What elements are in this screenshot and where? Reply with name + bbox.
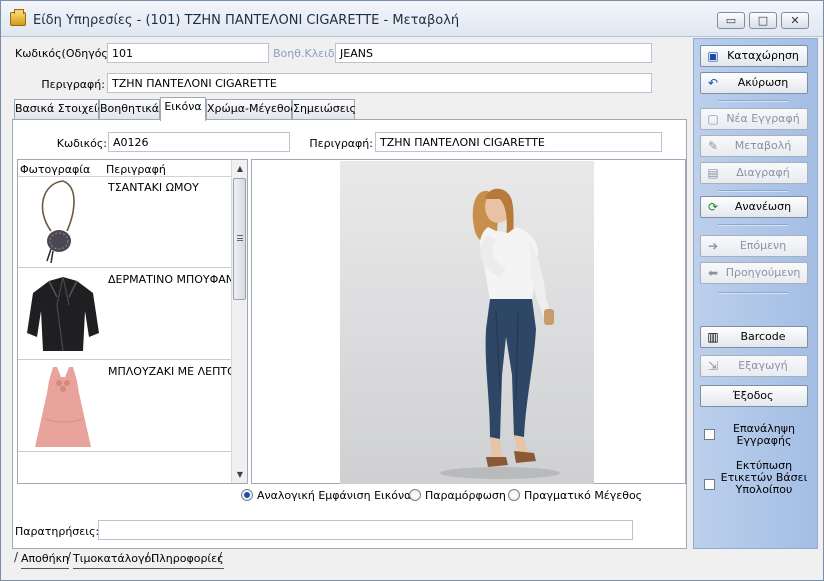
- aux-key-input[interactable]: JEANS: [335, 43, 652, 63]
- save-disk-icon: ▣: [707, 49, 719, 63]
- window-title: Είδη Υπηρεσίες - (101) ΤΖΗΝ ΠΑΝΤΕΛΟΝΙ CI…: [33, 13, 460, 28]
- maximize-button[interactable]: □: [749, 12, 777, 29]
- item-edit-window: Είδη Υπηρεσίες - (101) ΤΖΗΝ ΠΑΝΤΕΛΟΝΙ CI…: [0, 0, 824, 581]
- image-description-label: Περιγραφή:: [309, 137, 373, 150]
- photo-list[interactable]: Φωτογραφία Περιγραφή ΤΣΑΝΤΑΚΙ ΩΜΟΥ ΔΕΡΜΑ…: [17, 159, 248, 484]
- blouse-thumbnail: [35, 367, 91, 447]
- tab-basic-info[interactable]: Βασικά Στοιχεία: [14, 99, 105, 119]
- tab-image[interactable]: Εικόνα: [160, 97, 206, 121]
- scroll-up-arrow-icon[interactable]: ▲: [232, 160, 247, 177]
- delete-button[interactable]: ▤ Διαγραφή: [700, 162, 808, 184]
- minimize-button[interactable]: ▭: [717, 12, 745, 29]
- barcode-button[interactable]: ▥ Barcode: [700, 326, 808, 348]
- radio-label: Παραμόρφωση: [425, 489, 506, 502]
- repeat-record-label: Επανάληψη Εγγραφής: [733, 422, 795, 447]
- edit-document-icon: ✎: [707, 139, 719, 153]
- maximize-icon: □: [757, 14, 769, 27]
- scroll-down-arrow-icon[interactable]: ▼: [232, 466, 247, 483]
- delete-document-icon: ▤: [707, 166, 719, 180]
- radio-selected-icon: [241, 489, 253, 501]
- leather-jacket-thumbnail: [27, 276, 99, 352]
- tab-color-size[interactable]: Χρώμα-Μέγεθος: [206, 99, 297, 119]
- code-label: Κωδικός(Οδηγός):: [15, 47, 116, 60]
- tab-divider: /: [218, 550, 223, 564]
- grip-icon: [237, 235, 243, 241]
- next-button[interactable]: ➔ Επόμενη: [700, 235, 808, 257]
- close-button[interactable]: ✕: [781, 12, 809, 29]
- box-icon: [10, 9, 26, 26]
- tab-notes[interactable]: Σημειώσεις: [292, 99, 356, 119]
- list-item[interactable]: ΜΠΛΟΥΖΑΚΙ ΜΕ ΛΕΠΤΟΜΙ: [18, 361, 232, 452]
- save-button[interactable]: ▣ Καταχώρηση: [700, 45, 808, 67]
- separator: [718, 100, 788, 102]
- modify-button[interactable]: ✎ Μεταβολή: [700, 135, 808, 157]
- description-column-header[interactable]: Περιγραφή: [106, 163, 166, 176]
- code-input[interactable]: 101: [107, 43, 269, 63]
- radio-label: Αναλογική Εμφάνιση Εικόνας: [257, 489, 418, 502]
- print-labels-checkbox[interactable]: [704, 479, 715, 490]
- aux-key-label: Βοηθ.Κλειδί:: [273, 47, 343, 60]
- tab-auxiliary[interactable]: Βοηθητικά: [99, 99, 160, 119]
- repeat-record-checkbox[interactable]: [704, 429, 715, 440]
- bottom-tab-warehouse[interactable]: Αποθήκη: [21, 551, 70, 569]
- tab-divider: /: [14, 550, 19, 564]
- image-code-input[interactable]: A0126: [108, 132, 290, 152]
- list-item-description: ΤΣΑΝΤΑΚΙ ΩΜΟΥ: [108, 181, 199, 194]
- export-icon: ⇲: [707, 359, 719, 373]
- previous-button[interactable]: ⬅ Προηγούμενη: [700, 262, 808, 284]
- image-code-label: Κωδικός:: [56, 137, 107, 150]
- close-icon: ✕: [790, 14, 800, 27]
- exit-button[interactable]: Έξοδος: [700, 385, 808, 407]
- photo-list-scrollbar[interactable]: ▲ ▼: [231, 160, 247, 483]
- export-button[interactable]: ⇲ Εξαγωγή: [700, 355, 808, 377]
- undo-icon: ↶: [707, 76, 719, 90]
- photo-column-header[interactable]: Φωτογραφία: [20, 163, 90, 176]
- list-item-description: ΜΠΛΟΥΖΑΚΙ ΜΕ ΛΕΠΤΟΜΙ: [108, 365, 232, 378]
- print-labels-label: Εκτύπωση Ετικετών Βάσει Υπολοίπου: [720, 459, 808, 496]
- refresh-icon: ⟳: [707, 200, 719, 214]
- minimize-icon: ▭: [725, 14, 737, 27]
- radio-label: Πραγματικό Μέγεθος: [524, 489, 643, 502]
- radio-unselected-icon: [409, 489, 421, 501]
- photo-list-header: Φωτογραφία Περιγραφή: [18, 160, 232, 177]
- list-item-description: ΔΕΡΜΑΤΙΝΟ ΜΠΟΥΦΑΝ: [108, 273, 232, 286]
- description-label: Περιγραφή:: [41, 78, 105, 91]
- cancel-button[interactable]: ↶ Ακύρωση: [700, 72, 808, 94]
- list-item[interactable]: ΔΕΡΜΑΤΙΝΟ ΜΠΟΥΦΑΝ: [18, 269, 232, 360]
- title-bar[interactable]: Είδη Υπηρεσίες - (101) ΤΖΗΝ ΠΑΝΤΕΛΟΝΙ CI…: [1, 1, 823, 37]
- notes-input[interactable]: [98, 520, 633, 540]
- new-record-button[interactable]: ▢ Νέα Εγγραφή: [700, 108, 808, 130]
- description-input[interactable]: ΤΖΗΝ ΠΑΝΤΕΛΟΝΙ CIGARETTE: [107, 73, 652, 93]
- list-item[interactable]: ΤΣΑΝΤΑΚΙ ΩΜΟΥ: [18, 177, 232, 268]
- notes-label: Παρατηρήσεις:: [15, 525, 100, 538]
- separator: [718, 292, 788, 294]
- new-document-icon: ▢: [707, 112, 719, 126]
- bottom-tab-information[interactable]: Πληροφορίες: [151, 551, 224, 569]
- refresh-button[interactable]: ⟳ Ανανέωση: [700, 196, 808, 218]
- product-photo: [340, 161, 594, 484]
- tab-divider: /: [145, 550, 150, 564]
- shoulder-bag-thumbnail: [41, 180, 75, 264]
- tab-divider: /: [67, 550, 72, 564]
- separator: [718, 190, 788, 192]
- separator: [718, 224, 788, 226]
- arrow-right-icon: ➔: [707, 239, 719, 253]
- barcode-icon: ▥: [707, 330, 719, 344]
- scroll-thumb[interactable]: [233, 178, 246, 300]
- radio-unselected-icon: [508, 489, 520, 501]
- bottom-tab-pricelists[interactable]: Τιμοκατάλογοι: [73, 551, 155, 569]
- image-description-input[interactable]: ΤΖΗΝ ΠΑΝΤΕΛΟΝΙ CIGARETTE: [375, 132, 662, 152]
- arrow-left-icon: ⬅: [707, 266, 719, 280]
- action-panel: ▣ Καταχώρηση ↶ Ακύρωση ▢ Νέα Εγγραφή ✎ Μ…: [693, 38, 818, 549]
